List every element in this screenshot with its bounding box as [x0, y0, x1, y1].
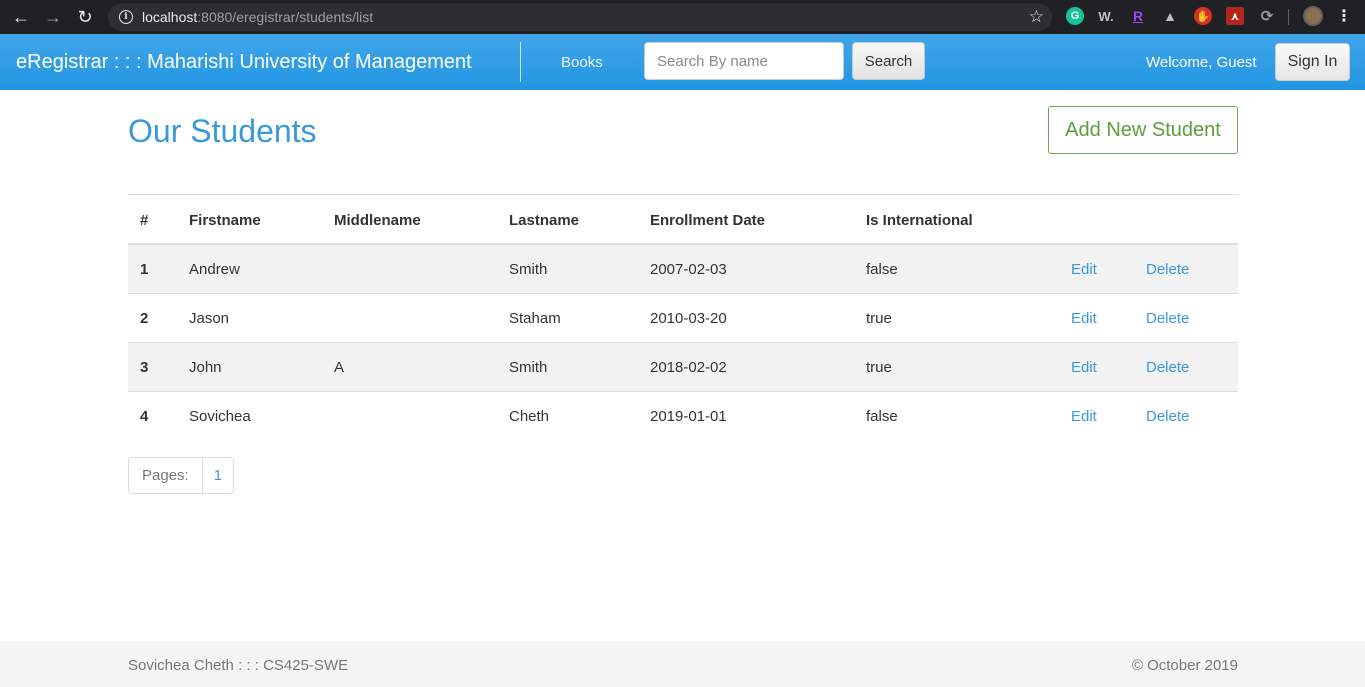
forward-arrow-icon[interactable]: → — [37, 1, 69, 33]
sync-extension-icon[interactable]: ⟳ — [1258, 7, 1276, 25]
edit-link[interactable]: Edit — [1071, 408, 1097, 425]
welcome-text: Welcome, Guest — [1146, 54, 1257, 71]
reload-icon[interactable]: ↻ — [69, 1, 101, 33]
books-link[interactable]: Books — [561, 54, 603, 71]
column-header-is-international: Is International — [866, 212, 973, 229]
pagination: Pages: 1 — [128, 457, 235, 494]
edit-link[interactable]: Edit — [1071, 359, 1097, 376]
is-international-cell: false — [866, 261, 898, 278]
lastname-cell: Staham — [509, 310, 561, 327]
enrollment-date-cell: 2019-01-01 — [650, 408, 727, 425]
sign-in-button[interactable]: Sign In — [1275, 43, 1350, 81]
firstname-cell: Jason — [189, 310, 230, 327]
is-international-cell: true — [866, 310, 892, 327]
column-header-lastname: Lastname — [509, 212, 580, 229]
row-number: 2 — [140, 310, 149, 327]
table-row: 1 Andrew Smith 2007-02-03 false Edit Del… — [128, 245, 1238, 294]
edit-link[interactable]: Edit — [1071, 261, 1097, 278]
delete-link[interactable]: Delete — [1146, 310, 1189, 327]
pages-label: Pages: — [129, 458, 203, 493]
is-international-cell: false — [866, 408, 898, 425]
footer-copyright: © October 2019 — [1131, 657, 1238, 674]
toolbar-separator — [1288, 9, 1289, 25]
table-row: 2 Jason Staham 2010-03-20 true Edit Dele… — [128, 294, 1238, 343]
firstname-cell: Andrew — [189, 261, 240, 278]
info-icon[interactable]: i — [119, 10, 133, 24]
row-number: 4 — [140, 408, 149, 425]
footer: Sovichea Cheth : : : CS425-SWE © October… — [0, 641, 1365, 687]
edit-link[interactable]: Edit — [1071, 310, 1097, 327]
url-text[interactable]: localhost:8080/eregistrar/students/list — [142, 9, 373, 25]
footer-author: Sovichea Cheth : : : CS425-SWE — [128, 657, 349, 674]
lastname-cell: Cheth — [509, 408, 550, 425]
firstname-cell: Sovichea — [189, 408, 251, 425]
row-number: 1 — [140, 261, 149, 278]
w-extension-icon[interactable]: W. — [1097, 7, 1115, 25]
enrollment-date-cell: 2010-03-20 — [650, 310, 727, 327]
middlename-cell: A — [334, 359, 345, 376]
table-row: 3 John A Smith 2018-02-02 true Edit Dele… — [128, 343, 1238, 392]
lastname-cell: Smith — [509, 359, 548, 376]
lastname-cell: Smith — [509, 261, 548, 278]
firstname-cell: John — [189, 359, 222, 376]
students-table: # Firstname Middlename Lastname Enrollme… — [128, 194, 1238, 441]
delete-link[interactable]: Delete — [1146, 261, 1189, 278]
column-header-firstname: Firstname — [189, 212, 261, 229]
brand-title[interactable]: eRegistrar : : : Maharishi University of… — [16, 51, 472, 74]
drive-extension-icon[interactable]: ▲ — [1161, 7, 1179, 25]
page-link-1[interactable]: 1 — [203, 458, 233, 493]
enrollment-date-cell: 2018-02-02 — [650, 359, 727, 376]
address-bar[interactable]: i localhost:8080/eregistrar/students/lis… — [108, 3, 1052, 31]
search-button[interactable]: Search — [852, 42, 925, 80]
back-arrow-icon[interactable]: ← — [5, 1, 37, 33]
column-header-middlename: Middlename — [334, 212, 421, 229]
profile-avatar[interactable] — [1303, 6, 1323, 26]
row-number: 3 — [140, 359, 149, 376]
grammarly-extension-icon[interactable]: G — [1066, 7, 1084, 25]
enrollment-date-cell: 2007-02-03 — [650, 261, 727, 278]
pdf-extension-icon[interactable]: ⋏ — [1226, 7, 1244, 25]
is-international-cell: true — [866, 359, 892, 376]
navbar-divider — [520, 42, 521, 82]
column-header-number: # — [140, 212, 149, 229]
page-title: Our Students — [128, 113, 317, 149]
column-header-enrollment-date: Enrollment Date — [650, 212, 766, 229]
bookmark-star-icon[interactable]: ☆ — [1029, 7, 1044, 27]
add-new-student-button[interactable]: Add New Student — [1048, 106, 1238, 154]
r-extension-icon[interactable]: R — [1129, 7, 1147, 25]
search-input[interactable] — [644, 42, 844, 80]
table-row: 4 Sovichea Cheth 2019-01-01 false Edit D… — [128, 392, 1238, 441]
stop-extension-icon[interactable]: ✋ — [1194, 7, 1212, 25]
delete-link[interactable]: Delete — [1146, 359, 1189, 376]
table-header: # Firstname Middlename Lastname Enrollme… — [128, 195, 1238, 245]
browser-menu-icon[interactable]: ⋮ — [1336, 6, 1352, 26]
app-navbar: eRegistrar : : : Maharishi University of… — [0, 34, 1365, 90]
delete-link[interactable]: Delete — [1146, 408, 1189, 425]
browser-toolbar: ← → ↻ i localhost:8080/eregistrar/studen… — [0, 0, 1365, 34]
